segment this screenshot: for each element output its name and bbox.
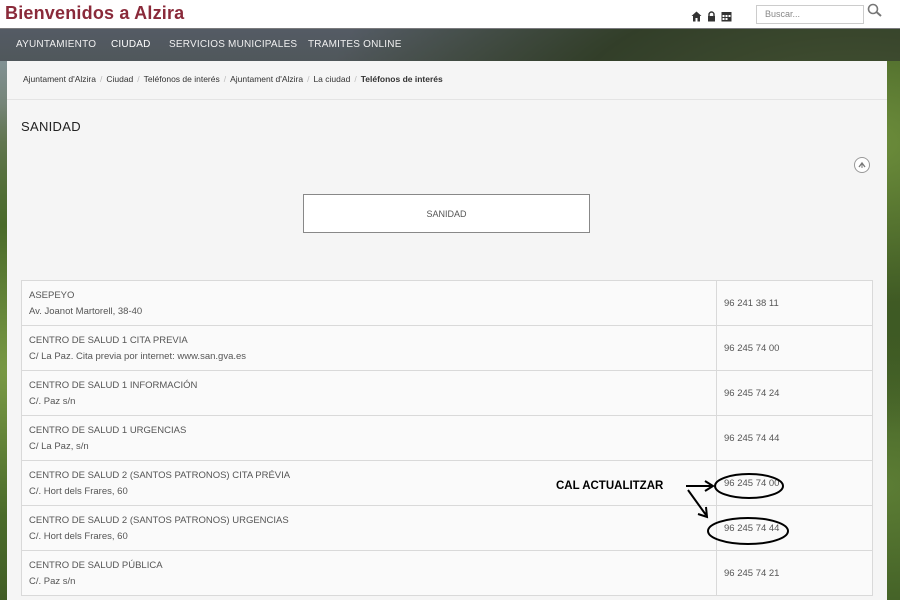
entity-name: CENTRO DE SALUD PÚBLICA [29,559,163,571]
table-row: CENTRO DE SALUD 2 (SANTOS PATRONOS) CITA… [21,460,873,506]
table-row: CENTRO DE SALUD 1 URGENCIAS C/ La Paz, s… [21,415,873,461]
phone-number: 96 245 74 00 [716,325,873,371]
entity-name: CENTRO DE SALUD 1 URGENCIAS [29,424,187,436]
entity-address: C/. Paz s/n [29,395,76,407]
breadcrumb-item[interactable]: Teléfonos de interés [144,74,220,84]
breadcrumb-separator: / [223,74,227,84]
entity-name: ASEPEYO [29,289,75,301]
entity-address: C/. Paz s/n [29,575,76,587]
table-row: ASEPEYO Av. Joanot Martorell, 38-40 96 2… [21,280,873,326]
breadcrumb-item[interactable]: Ajuntament d'Alzira [23,74,96,84]
table-row: CENTRO DE SALUD 1 CITA PREVIA C/ La Paz.… [21,325,873,371]
breadcrumb: Ajuntament d'Alzira / Ciudad / Teléfonos d… [7,61,887,100]
name-cell: CENTRO DE SALUD 1 CITA PREVIA C/ La Paz.… [21,325,717,371]
page-title: SANIDAD [21,119,81,134]
breadcrumb-separator: / [99,74,103,84]
main-nav: AYUNTAMIENTO CIUDAD SERVICIOS MUNICIPALE… [0,28,900,61]
entity-name: CENTRO DE SALUD 2 (SANTOS PATRONOS) CITA… [29,469,291,481]
phone-number: 96 245 74 00 [716,460,873,506]
entity-name: CENTRO DE SALUD 1 CITA PREVIA [29,334,188,346]
name-cell: CENTRO DE SALUD 1 INFORMACIÓN C/. Paz s/… [21,370,717,416]
home-icon[interactable] [691,9,702,22]
entity-name: CENTRO DE SALUD 2 (SANTOS PATRONOS) URGE… [29,514,289,526]
phone-number: 96 245 74 21 [716,550,873,596]
breadcrumb-current: Teléfonos de interés [360,74,443,84]
entity-address: C/. Hort dels Frares, 60 [29,530,128,542]
main-content: Ajuntament d'Alzira / Ciudad / Teléfonos d… [7,61,887,600]
calendar-icon[interactable] [721,9,732,22]
name-cell: CENTRO DE SALUD 1 URGENCIAS C/ La Paz, s… [21,415,717,461]
breadcrumb-item[interactable]: La ciudad [313,74,350,84]
entity-name: CENTRO DE SALUD 1 INFORMACIÓN [29,379,198,391]
search-icon[interactable] [866,2,886,20]
name-cell: ASEPEYO Av. Joanot Martorell, 38-40 [21,280,717,326]
lock-icon[interactable] [706,9,717,22]
breadcrumb-item[interactable]: Ciudad [106,74,133,84]
nav-item-ciudad[interactable]: CIUDAD [111,39,151,50]
phone-number: 96 245 74 24 [716,370,873,416]
table-row: CENTRO DE SALUD 1 INFORMACIÓN C/. Paz s/… [21,370,873,416]
handwritten-annotation: CAL ACTUALITZAR [556,480,664,492]
breadcrumb-separator: / [137,74,140,84]
entity-address: C/ La Paz, s/n [29,440,89,452]
phone-number: 96 245 74 44 [716,415,873,461]
nav-item-tramites[interactable]: TRAMITES ONLINE [308,39,402,50]
entity-address: Av. Joanot Martorell, 38-40 [29,305,143,317]
scroll-up-button[interactable] [854,157,870,173]
phone-number: 96 241 38 11 [716,280,873,326]
top-icons [691,9,732,22]
breadcrumb-item[interactable]: Ajuntament d'Alzira [230,74,303,84]
name-cell: CENTRO DE SALUD PÚBLICA C/. Paz s/n [21,550,717,596]
phone-table: ASEPEYO Av. Joanot Martorell, 38-40 96 2… [21,280,873,596]
top-bar: Bienvenidos a Alzira Buscar... [0,0,900,29]
entity-address: C/ La Paz. Cita previa por internet: www… [29,350,247,362]
phone-number: 96 245 74 44 [716,505,873,551]
name-cell: CENTRO DE SALUD 2 (SANTOS PATRONOS) URGE… [21,505,717,551]
table-row: CENTRO DE SALUD 2 (SANTOS PATRONOS) URGE… [21,505,873,551]
table-row: CENTRO DE SALUD PÚBLICA C/. Paz s/n 96 2… [21,550,873,596]
section-tab[interactable]: SANIDAD [303,194,590,233]
breadcrumb-separator: / [354,74,357,84]
site-title[interactable]: Bienvenidos a Alzira [5,3,184,24]
breadcrumb-separator: / [307,74,310,84]
search-input[interactable]: Buscar... [756,5,864,24]
nav-item-servicios[interactable]: SERVICIOS MUNICIPALES [169,39,297,50]
chevron-up-icon [858,161,866,168]
nav-item-ayuntamiento[interactable]: AYUNTAMIENTO [16,39,96,50]
